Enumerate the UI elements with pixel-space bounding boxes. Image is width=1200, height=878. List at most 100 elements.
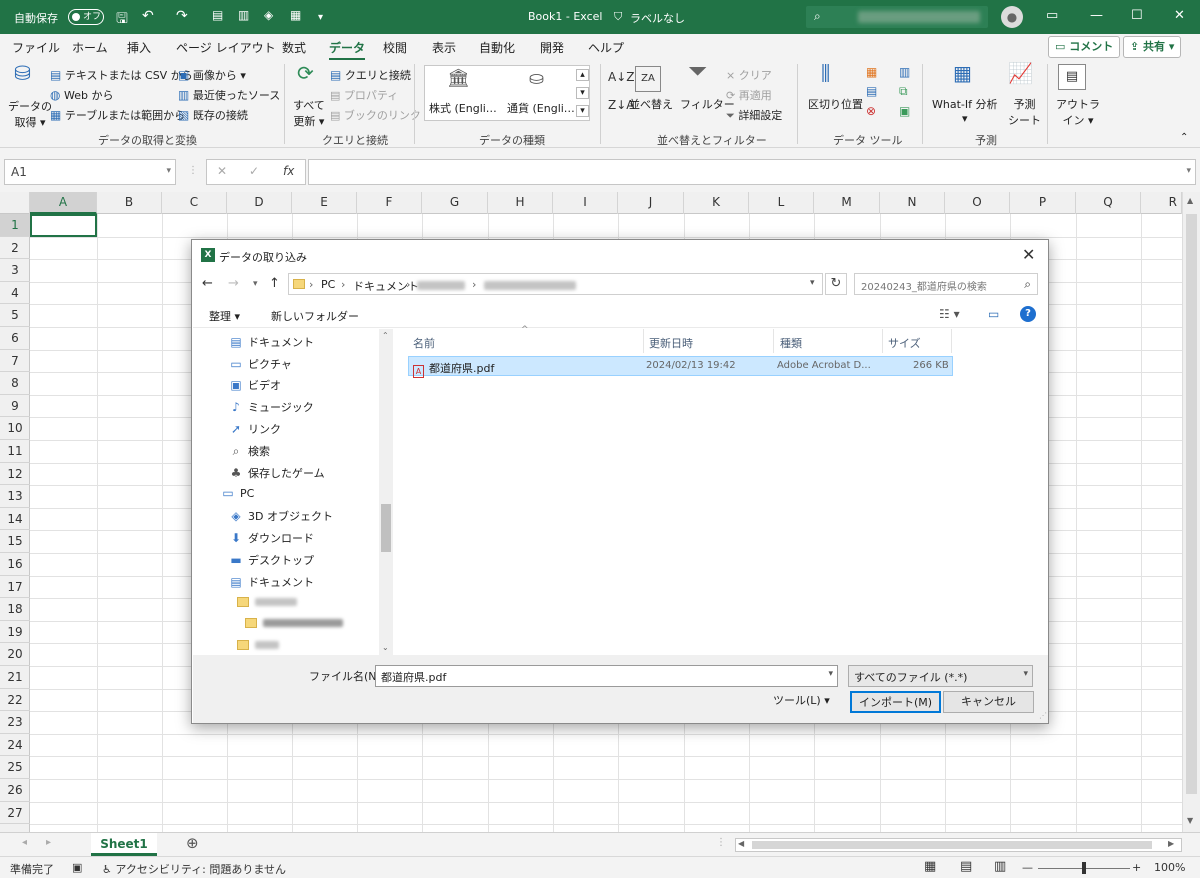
nav-item[interactable]: ▤ ドキュメント bbox=[229, 334, 314, 350]
breadcrumb-blurred[interactable] bbox=[484, 281, 576, 290]
file-row[interactable]: A 都道府県.pdf 2024/02/13 19:42 Adobe Acrobat… bbox=[408, 356, 953, 378]
formula-input[interactable]: ▾ bbox=[308, 159, 1196, 185]
organize-button[interactable]: 整理 ▾ bbox=[209, 308, 240, 324]
page-break-icon[interactable]: ▥ bbox=[994, 859, 1006, 874]
column-header[interactable]: D bbox=[227, 192, 292, 214]
tab-insert[interactable]: 挿入 bbox=[127, 39, 151, 56]
row-header[interactable]: 18 bbox=[0, 598, 30, 621]
shapes-icon[interactable]: ◈ bbox=[264, 8, 273, 22]
row-header[interactable]: 9 bbox=[0, 395, 30, 418]
forecast-sheet-button[interactable]: 予測 シート bbox=[1008, 96, 1041, 128]
data-model-icon[interactable]: ▣ bbox=[899, 104, 910, 118]
select-all-corner[interactable] bbox=[0, 192, 30, 214]
import-button[interactable]: インポート(M) bbox=[850, 691, 941, 713]
nav-item[interactable]: ⌕ 検索 bbox=[229, 443, 270, 459]
document-search-icon[interactable]: ▥ bbox=[238, 8, 249, 22]
next-sheet-icon[interactable]: ▸ bbox=[46, 837, 51, 848]
from-table-button[interactable]: ▦ テーブルまたは範囲から bbox=[50, 107, 185, 123]
tab-home[interactable]: ホーム bbox=[72, 39, 108, 56]
from-web-button[interactable]: ◍ Web から bbox=[50, 87, 113, 103]
row-header[interactable]: 6 bbox=[0, 327, 30, 350]
page-layout-icon[interactable]: ▤ bbox=[960, 859, 972, 874]
outline-button[interactable]: アウトラ イン ▾ bbox=[1056, 96, 1100, 128]
row-header[interactable]: 23 bbox=[0, 711, 30, 734]
column-header[interactable]: P bbox=[1010, 192, 1076, 214]
advanced-filter-button[interactable]: ⏷ 詳細設定 bbox=[726, 107, 782, 123]
chevron-down-icon[interactable]: ▾ bbox=[810, 278, 815, 288]
preview-pane-icon[interactable]: ▭ bbox=[988, 307, 999, 321]
column-header-name[interactable]: 名前 bbox=[413, 335, 435, 351]
undo-icon[interactable]: ↶ bbox=[142, 8, 154, 24]
redo-icon[interactable]: ↷ bbox=[176, 8, 188, 24]
zoom-in-icon[interactable]: + bbox=[1132, 861, 1141, 874]
consolidate-icon[interactable]: ▥ bbox=[899, 65, 910, 79]
view-options-icon[interactable]: ☷ ▾ bbox=[939, 307, 960, 321]
autosave-toggle[interactable]: オフ bbox=[68, 9, 104, 25]
column-header-date[interactable]: 更新日時 bbox=[649, 335, 693, 351]
zoom-slider-thumb[interactable] bbox=[1082, 862, 1086, 874]
column-header[interactable]: B bbox=[97, 192, 162, 214]
column-header-size[interactable]: サイズ bbox=[888, 335, 921, 351]
nav-item[interactable]: ◈ 3D オブジェクト bbox=[229, 508, 333, 524]
column-header[interactable]: R bbox=[1141, 192, 1182, 214]
scroll-up-icon[interactable]: ▲ bbox=[1187, 196, 1193, 205]
gallery-more-icon[interactable]: ▾ bbox=[576, 105, 589, 117]
nav-folder-blurred[interactable] bbox=[245, 617, 343, 630]
tab-split-handle[interactable]: ⋮ bbox=[716, 837, 726, 848]
maximize-icon[interactable]: ☐ bbox=[1131, 8, 1143, 23]
row-header[interactable]: 19 bbox=[0, 621, 30, 644]
edit-links-button[interactable]: ▤ ブックのリンク bbox=[330, 107, 421, 123]
normal-view-icon[interactable]: ▦ bbox=[924, 859, 936, 874]
column-header[interactable]: N bbox=[880, 192, 945, 214]
nav-item[interactable]: ♪ ミュージック bbox=[229, 399, 314, 415]
sheet-tab[interactable]: Sheet1 bbox=[91, 833, 157, 856]
nav-item[interactable]: ▣ ビデオ bbox=[229, 377, 281, 393]
cancel-button[interactable]: キャンセル bbox=[943, 691, 1034, 713]
back-icon[interactable]: ← bbox=[202, 276, 213, 291]
row-header[interactable]: 22 bbox=[0, 689, 30, 712]
nav-item[interactable]: ▭ PC bbox=[221, 486, 254, 500]
tab-file[interactable]: ファイル bbox=[12, 39, 60, 56]
from-picture-button[interactable]: ▣ 画像から ▾ bbox=[178, 67, 246, 83]
avatar[interactable]: ● bbox=[1001, 6, 1023, 28]
get-data-button[interactable]: データの 取得 ▾ bbox=[8, 98, 52, 130]
sort-button[interactable]: 並べ替え bbox=[629, 96, 673, 112]
collapse-ribbon-icon[interactable]: ⌃ bbox=[1180, 132, 1188, 143]
properties-button[interactable]: ▤ プロパティ bbox=[330, 87, 398, 103]
forward-icon[interactable]: → bbox=[228, 276, 239, 291]
row-header[interactable]: 21 bbox=[0, 666, 30, 689]
row-header[interactable]: 10 bbox=[0, 417, 30, 440]
row-header[interactable]: 25 bbox=[0, 756, 30, 779]
row-header[interactable]: 20 bbox=[0, 643, 30, 666]
clear-button[interactable]: ⨯ クリア bbox=[726, 67, 772, 83]
from-text-csv-button[interactable]: ▤ テキストまたは CSV から bbox=[50, 67, 193, 83]
column-header[interactable]: H bbox=[488, 192, 553, 214]
name-box[interactable]: A1 ▾ bbox=[4, 159, 176, 185]
share-button[interactable]: ⇪ 共有 ▾ bbox=[1123, 36, 1182, 58]
row-header[interactable]: 8 bbox=[0, 372, 30, 395]
filename-input[interactable]: 都道府県.pdf ▾ bbox=[375, 665, 838, 687]
data-validation-icon[interactable]: ⊗ bbox=[866, 104, 876, 118]
filetype-select[interactable]: すべてのファイル (*.*) ▾ bbox=[848, 665, 1033, 687]
help-icon[interactable]: ? bbox=[1020, 306, 1036, 322]
queries-connections-button[interactable]: ▤ クエリと接続 bbox=[330, 67, 411, 83]
save-icon[interactable]: 🖫 bbox=[116, 8, 128, 32]
tools-button[interactable]: ツール(L) ▾ bbox=[773, 691, 833, 713]
tab-review[interactable]: 校閲 bbox=[383, 39, 407, 56]
row-header[interactable]: 24 bbox=[0, 734, 30, 757]
relationships-icon[interactable]: ⧉ bbox=[899, 84, 908, 98]
column-header-type[interactable]: 種類 bbox=[780, 335, 802, 351]
breadcrumb-pc[interactable]: PC bbox=[321, 278, 335, 291]
minimize-icon[interactable]: — bbox=[1090, 8, 1103, 23]
nav-scrollbar[interactable]: ⌃ ⌄ bbox=[379, 329, 393, 655]
column-header[interactable]: F bbox=[357, 192, 422, 214]
column-header[interactable]: C bbox=[162, 192, 227, 214]
cancel-icon[interactable]: ✕ bbox=[217, 164, 227, 178]
tab-data[interactable]: データ bbox=[329, 39, 366, 61]
column-header[interactable]: O bbox=[945, 192, 1010, 214]
what-if-button[interactable]: What-If 分析 ▾ bbox=[932, 96, 997, 125]
existing-connections-button[interactable]: ▧ 既存の接続 bbox=[178, 107, 248, 123]
row-header[interactable]: 11 bbox=[0, 440, 30, 463]
resize-grip-icon[interactable]: ⋰ bbox=[1039, 711, 1047, 720]
macro-icon[interactable]: ▣ bbox=[72, 861, 82, 874]
